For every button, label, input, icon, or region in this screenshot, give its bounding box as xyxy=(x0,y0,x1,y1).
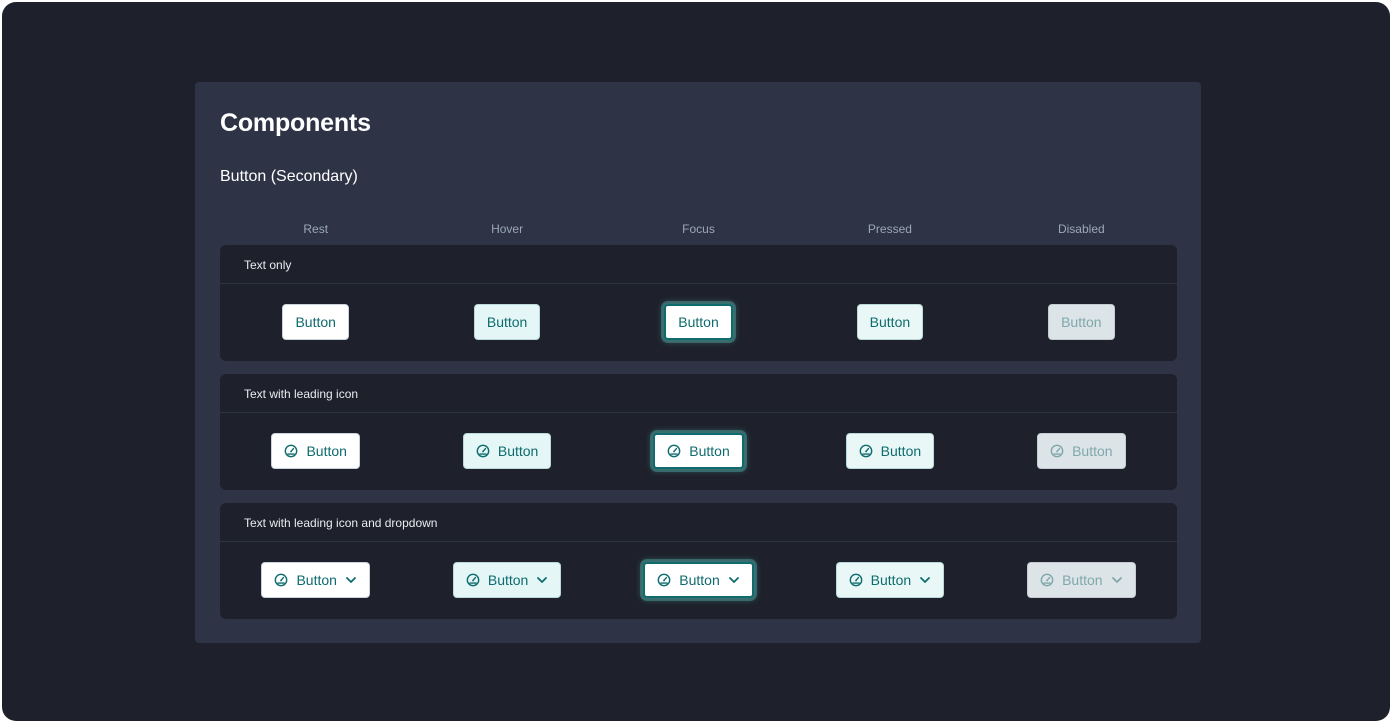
dashboard-gauge-icon xyxy=(1040,573,1054,587)
dashboard-gauge-icon xyxy=(476,444,490,458)
button-hover[interactable]: Button xyxy=(462,433,552,469)
dashboard-gauge-icon xyxy=(274,573,288,587)
button-label: Button xyxy=(295,314,336,330)
column-header-disabled: Disabled xyxy=(1057,222,1105,236)
dashboard-gauge-icon xyxy=(657,573,671,587)
variant-section-leading-icon-dropdown: Text with leading icon and dropdown Butt… xyxy=(220,503,1177,619)
button-label: Button xyxy=(497,443,539,459)
dropdown-button-rest[interactable]: Button xyxy=(261,562,370,598)
variant-section-text-only: Text only Button Button Button Button Bu… xyxy=(220,245,1177,361)
button-label: Button xyxy=(486,314,528,330)
variant-title: Text only xyxy=(220,245,1177,284)
state-column-headers: Rest Hover Focus Pressed Disabled xyxy=(220,222,1177,238)
button-label: Button xyxy=(487,572,529,588)
dashboard-gauge-icon xyxy=(284,444,298,458)
column-header-rest: Rest xyxy=(303,222,329,236)
variant-title: Text with leading icon xyxy=(220,374,1177,413)
button-label: Button xyxy=(1062,572,1103,588)
button-row: Button Button Button Button Button xyxy=(220,413,1177,489)
column-header-pressed: Pressed xyxy=(867,222,912,236)
components-panel: Components Button (Secondary) Rest Hover… xyxy=(195,82,1201,643)
dropdown-button-disabled: Button xyxy=(1027,562,1136,598)
column-header-focus: Focus xyxy=(682,222,715,236)
button-label: Button xyxy=(678,314,719,330)
dropdown-button-pressed[interactable]: Button xyxy=(835,562,945,598)
chevron-down-icon xyxy=(728,574,740,586)
button-focus[interactable]: Button xyxy=(664,304,733,340)
button-label: Button xyxy=(1061,314,1102,330)
variant-title: Text with leading icon and dropdown xyxy=(220,503,1177,542)
button-rest[interactable]: Button xyxy=(271,433,360,469)
chevron-down-icon xyxy=(919,574,931,586)
dashboard-gauge-icon xyxy=(466,573,480,587)
dashboard-gauge-icon xyxy=(667,444,681,458)
button-label: Button xyxy=(869,314,911,330)
button-label: Button xyxy=(870,572,912,588)
button-label: Button xyxy=(1072,443,1113,459)
dropdown-button-focus[interactable]: Button xyxy=(643,562,754,598)
chevron-down-icon xyxy=(345,574,357,586)
button-disabled: Button xyxy=(1037,433,1126,469)
dashboard-gauge-icon xyxy=(1050,444,1064,458)
button-pressed[interactable]: Button xyxy=(856,304,924,340)
page-title: Components xyxy=(220,109,371,137)
dashboard-gauge-icon xyxy=(859,444,873,458)
variant-section-leading-icon: Text with leading icon Button Button But… xyxy=(220,374,1177,490)
column-header-hover: Hover xyxy=(491,222,524,236)
button-focus[interactable]: Button xyxy=(653,433,744,469)
button-rest[interactable]: Button xyxy=(282,304,349,340)
dropdown-button-hover[interactable]: Button xyxy=(452,562,562,598)
button-row: Button Button Button Button Button xyxy=(220,542,1177,618)
app-frame: Components Button (Secondary) Rest Hover… xyxy=(2,2,1390,721)
button-pressed[interactable]: Button xyxy=(845,433,935,469)
button-label: Button xyxy=(679,572,720,588)
button-label: Button xyxy=(296,572,337,588)
chevron-down-icon xyxy=(536,574,548,586)
button-label: Button xyxy=(306,443,347,459)
button-label: Button xyxy=(689,443,730,459)
button-label: Button xyxy=(880,443,922,459)
button-hover[interactable]: Button xyxy=(473,304,541,340)
chevron-down-icon xyxy=(1111,574,1123,586)
button-row: Button Button Button Button Button xyxy=(220,284,1177,360)
dashboard-gauge-icon xyxy=(849,573,863,587)
section-subtitle: Button (Secondary) xyxy=(220,168,358,185)
button-disabled: Button xyxy=(1048,304,1115,340)
